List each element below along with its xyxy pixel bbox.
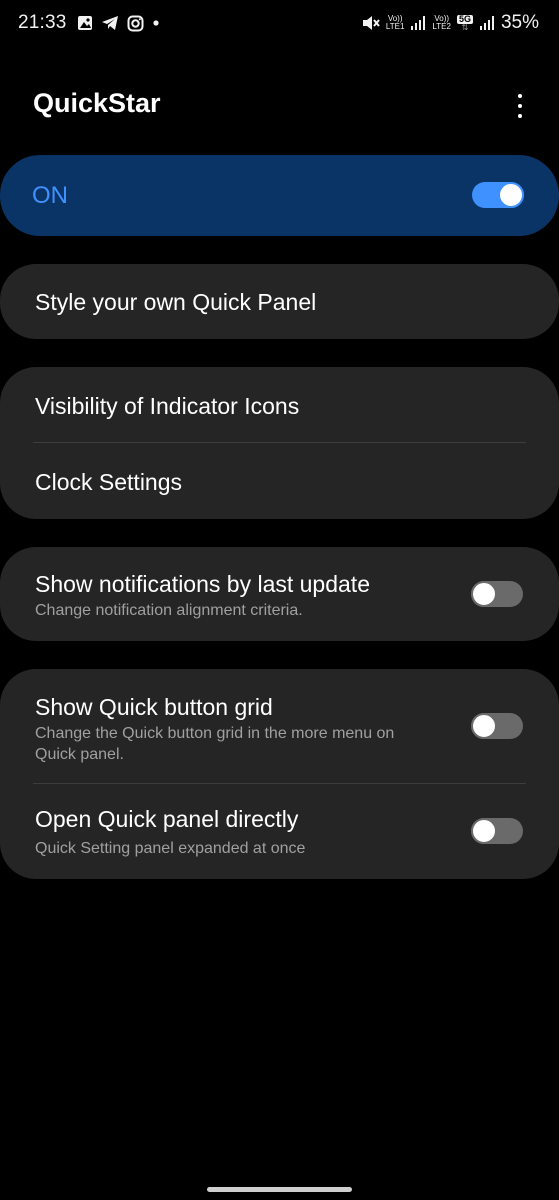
button-grid-item[interactable]: Show Quick button grid Change the Quick … <box>0 669 559 783</box>
style-panel-item[interactable]: Style your own Quick Panel <box>0 264 559 339</box>
status-right: Vo)) LTE1 Vo)) LTE2 5G ⇅ 35% <box>362 12 539 34</box>
notifications-subtitle: Change notification alignment criteria. <box>35 602 303 619</box>
quick-panel-options-card: Show Quick button grid Change the Quick … <box>0 669 559 879</box>
gallery-icon <box>77 15 93 31</box>
more-vertical-icon <box>518 94 522 98</box>
status-time: 21:33 <box>18 12 67 33</box>
more-vertical-icon <box>518 104 522 108</box>
button-grid-title: Show Quick button grid <box>35 694 273 720</box>
status-bar: 21:33 Vo)) LTE1 Vo)) LTE2 5G ⇅ 35% <box>0 0 559 50</box>
battery-percent: 35% <box>500 12 539 33</box>
telegram-icon <box>101 15 119 31</box>
signal-icon <box>410 16 426 30</box>
sim2-lte-text: LTE2 <box>432 22 451 31</box>
home-indicator[interactable] <box>207 1187 352 1192</box>
button-grid-toggle[interactable] <box>471 713 523 739</box>
indicator-icons-item[interactable]: Visibility of Indicator Icons <box>0 367 559 443</box>
data-arrows-icon: ⇅ <box>461 22 469 32</box>
master-switch-label: ON <box>32 182 68 209</box>
notification-dot-icon <box>152 19 160 27</box>
notifications-card: Show notifications by last update Change… <box>0 547 559 641</box>
master-toggle[interactable] <box>472 182 524 208</box>
open-directly-toggle[interactable] <box>471 818 523 844</box>
toggle-knob <box>471 818 497 844</box>
open-directly-subtitle: Quick Setting panel expanded at once <box>35 840 306 857</box>
clock-settings-title: Clock Settings <box>35 469 183 495</box>
network-5g-badge: 5G ⇅ <box>456 14 473 32</box>
notifications-title: Show notifications by last update <box>35 571 370 597</box>
status-left: 21:33 <box>18 12 160 34</box>
indicator-clock-card: Visibility of Indicator Icons Clock Sett… <box>0 367 559 519</box>
page-title: QuickStar <box>33 88 161 118</box>
style-panel-card: Style your own Quick Panel <box>0 264 559 339</box>
notifications-toggle[interactable] <box>471 581 523 607</box>
notifications-item[interactable]: Show notifications by last update Change… <box>0 547 559 641</box>
master-switch-bar[interactable]: ON <box>0 155 559 236</box>
more-vertical-icon <box>518 114 522 118</box>
toggle-knob <box>471 581 497 607</box>
clock-settings-item[interactable]: Clock Settings <box>0 443 559 519</box>
sim1-lte-text: LTE1 <box>385 22 405 31</box>
instagram-icon <box>127 15 144 32</box>
style-panel-title: Style your own Quick Panel <box>35 289 317 315</box>
indicator-icons-title: Visibility of Indicator Icons <box>35 393 300 419</box>
more-options-button[interactable] <box>509 92 531 120</box>
button-grid-subtitle: Change the Quick button grid in the more… <box>35 725 395 763</box>
mute-icon <box>362 15 380 31</box>
toggle-knob <box>498 182 524 208</box>
sim1-volte-label: Vo)) LTE1 <box>386 15 405 31</box>
sim2-volte-label: Vo)) LTE2 <box>432 15 451 31</box>
signal-icon <box>479 16 495 30</box>
toggle-knob <box>471 713 497 739</box>
open-directly-item[interactable]: Open Quick panel directly Quick Setting … <box>0 784 559 879</box>
open-directly-title: Open Quick panel directly <box>35 806 299 832</box>
